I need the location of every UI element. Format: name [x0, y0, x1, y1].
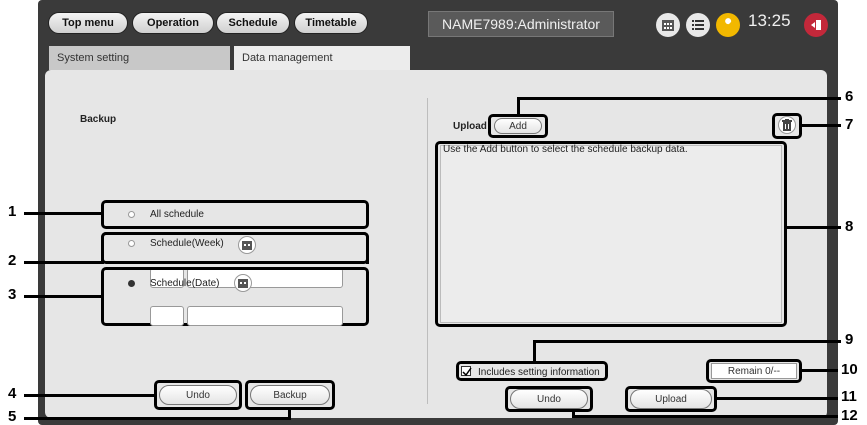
callout-number-3: 3: [8, 286, 17, 303]
timetable-button[interactable]: Timetable: [294, 12, 368, 34]
callout-line-10: [801, 369, 838, 372]
clock: 13:25: [748, 11, 791, 30]
logout-icon[interactable]: [804, 13, 828, 37]
upload-button[interactable]: Upload: [630, 389, 712, 409]
callout-line-4: [24, 394, 155, 397]
backup-undo-button[interactable]: Undo: [159, 385, 237, 405]
callout-number-4: 4: [8, 385, 17, 402]
all-schedule-radio[interactable]: [128, 211, 135, 218]
callout-line-5: [24, 417, 291, 420]
panel-divider: [427, 98, 428, 404]
remain-count: Remain 0/--: [711, 363, 797, 379]
tab-system-setting[interactable]: System setting: [49, 46, 230, 70]
upload-message: Use the Add button to select the schedul…: [443, 144, 688, 155]
callout-line-3: [24, 295, 102, 298]
schedule-date-radio[interactable]: [128, 280, 135, 287]
callout-line-12: [572, 415, 838, 418]
callout-number-8: 8: [845, 218, 854, 235]
callout-line-8: [786, 226, 841, 229]
backup-button[interactable]: Backup: [250, 385, 330, 405]
date-calendar-icon[interactable]: [234, 274, 252, 292]
callout-number-7: 7: [845, 116, 854, 133]
add-button[interactable]: Add: [494, 118, 542, 134]
tab-data-management[interactable]: Data management: [234, 46, 410, 70]
schedule-date-label: Schedule(Date): [150, 278, 220, 289]
upload-title: Upload: [453, 121, 487, 132]
callout-line-7: [801, 124, 841, 127]
date-range-field[interactable]: [187, 306, 343, 326]
upload-file-area: [440, 145, 782, 323]
callout-box-2-frame: [101, 232, 369, 264]
trash-icon[interactable]: [778, 116, 796, 134]
includes-setting-label: Includes setting information: [478, 367, 600, 378]
backup-title: Backup: [80, 114, 117, 125]
week-calendar-icon[interactable]: [238, 236, 256, 254]
callout-number-2: 2: [8, 252, 17, 269]
callout-line-9: [533, 340, 841, 343]
date-start-field[interactable]: [150, 306, 184, 326]
upload-undo-button[interactable]: Undo: [510, 389, 588, 409]
all-schedule-label: All schedule: [150, 209, 204, 220]
top-menu-button[interactable]: Top menu: [48, 12, 128, 34]
callout-number-9: 9: [845, 331, 854, 348]
calendar-icon[interactable]: [656, 13, 680, 37]
schedule-week-label: Schedule(Week): [150, 238, 224, 249]
list-icon[interactable]: [686, 13, 710, 37]
callout-number-1: 1: [8, 203, 17, 220]
callout-line-2: [24, 261, 102, 264]
schedule-week-radio[interactable]: [128, 240, 135, 247]
operation-button[interactable]: Operation: [132, 12, 214, 34]
includes-setting-checkbox[interactable]: [461, 366, 472, 377]
callout-line-1: [24, 212, 102, 215]
callout-line-6: [517, 97, 841, 100]
callout-number-11: 11: [841, 388, 857, 405]
wrench-icon[interactable]: [716, 13, 740, 37]
callout-number-12: 12: [841, 407, 858, 424]
device-label: NAME7989:Administrator: [428, 11, 614, 37]
callout-line-9v: [533, 340, 536, 362]
callout-number-5: 5: [8, 408, 17, 425]
schedule-button[interactable]: Schedule: [216, 12, 290, 34]
callout-number-10: 10: [841, 361, 858, 378]
callout-box-1: [101, 200, 369, 229]
callout-line-11: [716, 397, 838, 400]
callout-number-6: 6: [845, 88, 854, 105]
